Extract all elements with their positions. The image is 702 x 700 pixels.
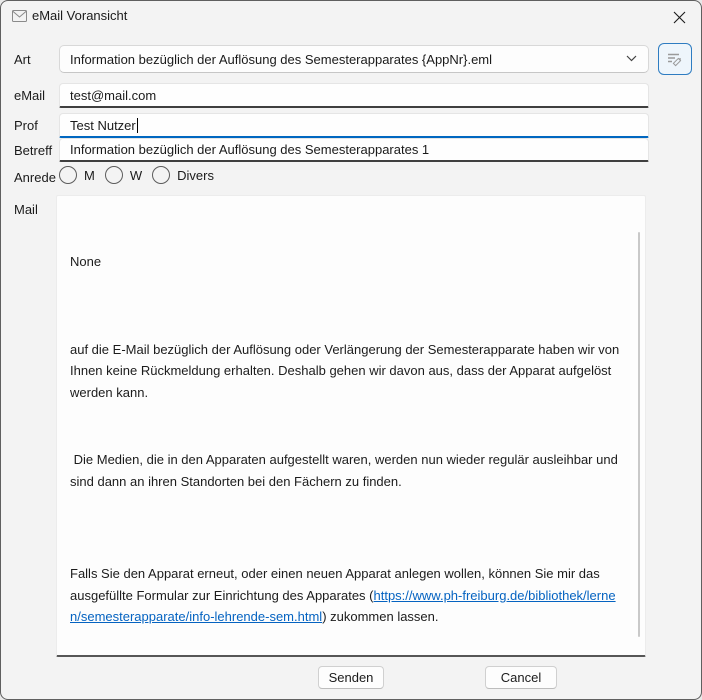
anrede-radio-group: M W Divers [59,166,224,184]
mail-body-text: None auf die E-Mail bezüglich der Auflös… [70,208,623,657]
vertical-scrollbar[interactable] [638,232,640,637]
mail-paragraph-text: ) zukommen lassen. [322,609,438,624]
send-button[interactable]: Senden [318,666,384,689]
mail-paragraph: Die Medien, die in den Apparaten aufgest… [70,449,623,492]
prof-value: Test Nutzer [70,118,136,133]
prof-label: Prof [14,118,38,133]
art-selected-value: Information bezüglich der Auflösung des … [70,52,492,67]
chevron-down-icon [626,55,637,62]
radio-w-label: W [130,168,142,183]
email-value: test@mail.com [70,88,156,103]
text-cursor [137,118,138,133]
betreff-label: Betreff [14,143,52,158]
betreff-value: Information bezüglich der Auflösung des … [70,142,429,157]
email-label: eMail [14,88,45,103]
mail-paragraph: Falls Sie den Apparat erneut, oder einen… [70,563,623,628]
close-button[interactable] [663,5,695,29]
email-input[interactable]: test@mail.com [59,83,649,108]
email-preview-dialog: eMail Voransicht Art Information bezügli… [0,0,702,700]
betreff-input[interactable]: Information bezüglich der Auflösung des … [59,138,649,162]
radio-divers-label: Divers [177,168,214,183]
prof-input[interactable]: Test Nutzer [59,113,649,138]
window-title: eMail Voransicht [32,8,127,23]
radio-w[interactable]: W [105,166,142,184]
close-icon [673,11,686,24]
radio-m-label: M [84,168,95,183]
titlebar: eMail Voransicht [1,1,701,33]
edit-template-button[interactable] [658,43,692,75]
mail-label: Mail [14,202,38,217]
radio-m-circle[interactable] [59,166,77,184]
radio-divers-circle[interactable] [152,166,170,184]
anrede-label: Anrede [14,170,56,185]
radio-divers[interactable]: Divers [152,166,214,184]
cancel-button[interactable]: Cancel [485,666,557,689]
radio-m[interactable]: M [59,166,95,184]
mail-paragraph: None [70,251,623,273]
radio-w-circle[interactable] [105,166,123,184]
art-label: Art [14,52,31,67]
mail-body-textarea[interactable]: None auf die E-Mail bezüglich der Auflös… [56,195,646,657]
art-template-select[interactable]: Information bezüglich der Auflösung des … [59,45,649,73]
edit-note-icon [666,51,684,67]
mail-paragraph: auf die E-Mail bezüglich der Auflösung o… [70,339,623,404]
envelope-icon [12,10,27,22]
